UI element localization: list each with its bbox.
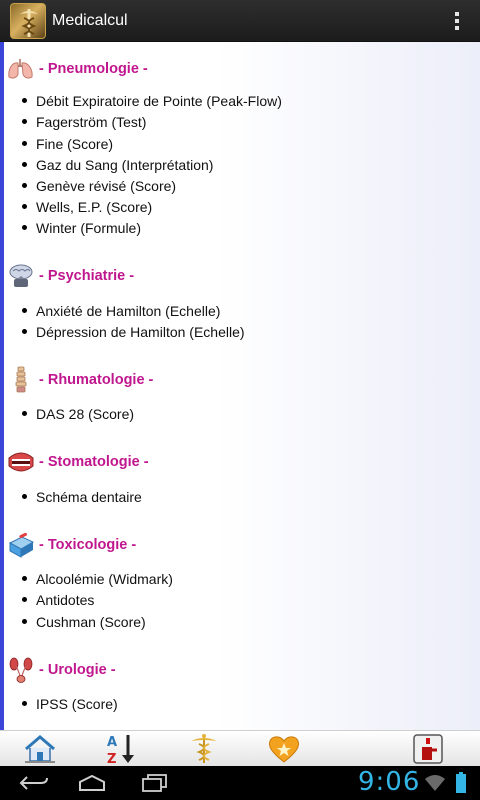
recent-apps-icon[interactable] <box>134 770 174 796</box>
home-icon[interactable] <box>22 732 58 766</box>
clock: 9:06 <box>358 767 421 797</box>
emergency-icon[interactable] <box>410 732 446 766</box>
section-title: - Stomatologie - <box>39 454 149 470</box>
list-item[interactable]: Débit Expiratoire de Pointe (Peak-Flow) <box>22 90 282 111</box>
list-item[interactable]: Dépression de Hamilton (Echelle) <box>22 321 245 342</box>
svg-text:Z: Z <box>107 752 116 765</box>
section-header-toxicologie: - Toxicologie - <box>6 530 136 560</box>
list-item[interactable]: Anxiété de Hamilton (Echelle) <box>22 300 220 321</box>
caduceus-app-icon[interactable] <box>10 2 46 39</box>
system-nav-bar: 9:06 <box>0 766 480 800</box>
list-item[interactable]: Fine (Score) <box>22 133 113 154</box>
lungs-icon <box>6 54 36 84</box>
section-title: - Urologie - <box>39 662 116 678</box>
scroll-edge <box>0 42 4 730</box>
list-item[interactable]: Fagerström (Test) <box>22 111 146 132</box>
list-item[interactable]: Schéma dentaire <box>22 486 142 507</box>
list-item[interactable]: IPSS (Score) <box>22 693 118 714</box>
pill-box-icon <box>6 530 36 560</box>
section-title: - Pneumologie - <box>39 61 148 77</box>
list-item[interactable]: Alcoolémie (Widmark) <box>22 568 173 589</box>
section-header-psychiatrie: - Psychiatrie - <box>6 261 134 291</box>
section-header-stomatologie: - Stomatologie - <box>6 447 149 477</box>
section-header-urologie: - Urologie - <box>6 655 116 685</box>
section-header-rhumatologie: - Rhumatologie - <box>6 365 153 395</box>
app-title: Medicalcul <box>52 11 128 29</box>
section-title: - Toxicologie - <box>39 537 137 553</box>
action-bar: Medicalcul <box>0 0 480 42</box>
list-item[interactable]: Cushman (Score) <box>22 611 146 632</box>
home-nav-icon[interactable] <box>72 770 112 796</box>
list-item[interactable]: Wells, E.P. (Score) <box>22 196 152 217</box>
section-title: - Psychiatrie - <box>39 268 135 284</box>
caduceus-icon[interactable] <box>186 732 222 766</box>
bottom-toolbar: A Z <box>0 730 480 766</box>
wifi-icon <box>422 770 448 796</box>
list-item[interactable]: DAS 28 (Score) <box>22 403 134 424</box>
brain-icon <box>6 261 36 291</box>
kidneys-icon <box>6 655 36 685</box>
spine-icon <box>6 365 36 395</box>
list-item[interactable]: Antidotes <box>22 589 94 610</box>
back-icon[interactable] <box>14 770 54 796</box>
battery-icon <box>450 770 472 796</box>
list-item[interactable]: Gaz du Sang (Interprétation) <box>22 154 213 175</box>
sort-az-icon[interactable]: A Z <box>103 732 139 766</box>
svg-text:A: A <box>107 735 117 750</box>
overflow-menu-icon[interactable] <box>442 0 472 42</box>
list-item[interactable]: Genève révisé (Score) <box>22 175 176 196</box>
section-title: - Rhumatologie - <box>39 372 154 388</box>
section-header-pneumologie: - Pneumologie - <box>6 54 148 84</box>
mouth-icon <box>6 447 36 477</box>
favorites-heart-icon[interactable] <box>266 732 302 766</box>
list-item[interactable]: Winter (Formule) <box>22 217 141 238</box>
category-list[interactable]: - Pneumologie - Débit Expiratoire de Poi… <box>0 42 480 730</box>
